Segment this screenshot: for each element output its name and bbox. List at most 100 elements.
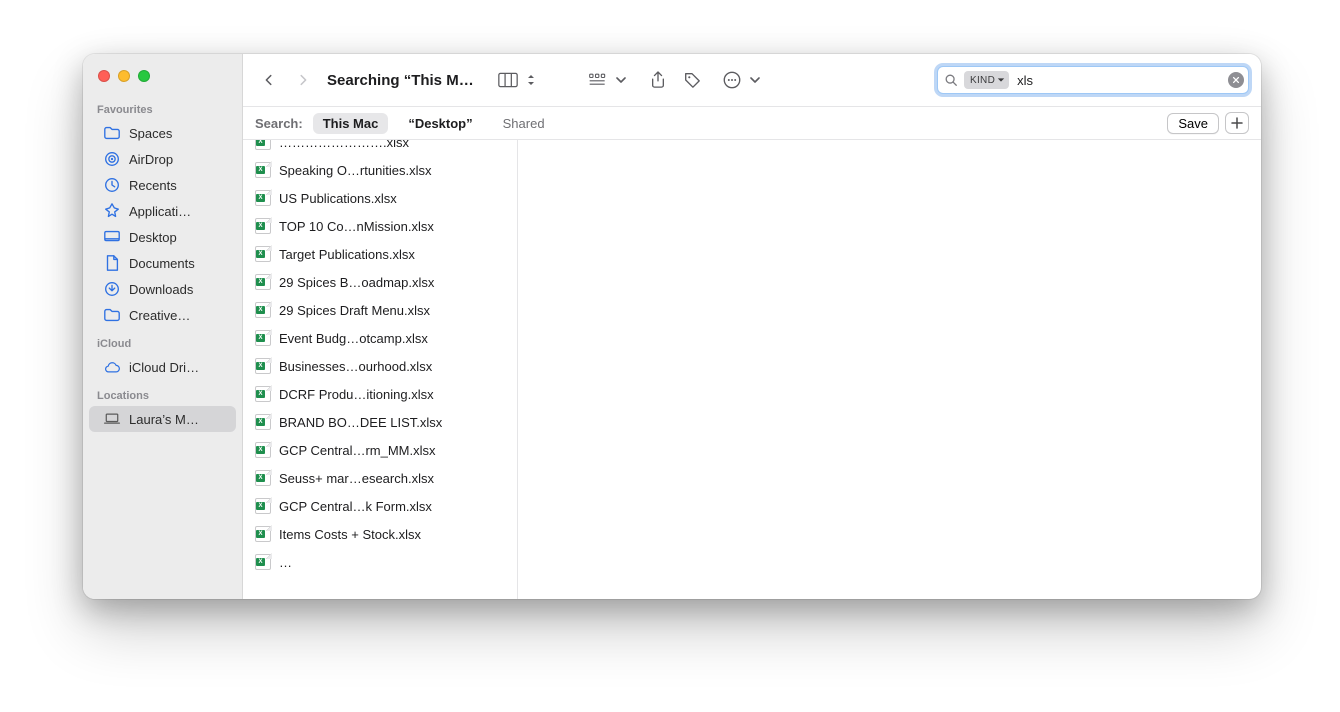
sidebar-item-fav-1[interactable]: AirDrop	[89, 146, 236, 172]
result-filename: Items Costs + Stock.xlsx	[279, 527, 505, 542]
result-row[interactable]: X …	[243, 548, 517, 576]
main-panel: Searching “This M…	[243, 54, 1261, 599]
excel-file-icon: X	[255, 442, 271, 458]
results-column[interactable]: X …………………….xlsx X Speaking O…rtunities.x…	[243, 140, 518, 599]
action-menu-chevron[interactable]	[748, 66, 762, 94]
sidebar-item-label: AirDrop	[129, 152, 228, 167]
result-row[interactable]: X 29 Spices B…oadmap.xlsx	[243, 268, 517, 296]
sidebar: Favourites Spaces AirDrop Recents Applicati…	[83, 54, 243, 599]
sidebar-section-favourites: Favourites	[83, 94, 242, 120]
sidebar-item-label: Desktop	[129, 230, 228, 245]
toolbar: Searching “This M…	[243, 54, 1261, 106]
view-options-stepper[interactable]	[524, 66, 538, 94]
result-filename: …	[279, 555, 505, 570]
result-filename: TOP 10 Co…nMission.xlsx	[279, 219, 505, 234]
result-filename: GCP Central…rm_MM.xlsx	[279, 443, 505, 458]
chevron-right-icon	[296, 73, 310, 87]
group-by-button[interactable]	[584, 66, 612, 94]
forward-button[interactable]	[289, 66, 317, 94]
result-row[interactable]: X Speaking O…rtunities.xlsx	[243, 156, 517, 184]
sidebar-item-label: Recents	[129, 178, 228, 193]
recents-icon	[103, 176, 121, 194]
result-filename: BRAND BO…DEE LIST.xlsx	[279, 415, 505, 430]
excel-file-icon: X	[255, 140, 271, 150]
sidebar-item-fav-6[interactable]: Downloads	[89, 276, 236, 302]
excel-file-icon: X	[255, 498, 271, 514]
add-criteria-button[interactable]	[1225, 112, 1249, 134]
sidebar-item-loc-0[interactable]: Laura’s M…	[89, 406, 236, 432]
share-icon	[650, 71, 666, 89]
sidebar-item-fav-4[interactable]: Desktop	[89, 224, 236, 250]
share-button[interactable]	[644, 66, 672, 94]
action-menu-button[interactable]	[718, 66, 746, 94]
up-down-stepper-icon	[527, 72, 535, 88]
result-filename: Target Publications.xlsx	[279, 247, 505, 262]
tags-button[interactable]	[678, 66, 706, 94]
result-row[interactable]: X Event Budg…otcamp.xlsx	[243, 324, 517, 352]
clear-search-button[interactable]	[1228, 72, 1244, 88]
folder-icon	[103, 306, 121, 324]
plus-icon	[1231, 117, 1243, 129]
excel-file-icon: X	[255, 302, 271, 318]
zoom-window-button[interactable]	[138, 70, 150, 82]
result-filename: Seuss+ mar…esearch.xlsx	[279, 471, 505, 486]
window-title: Searching “This M…	[327, 72, 474, 89]
result-row[interactable]: X 29 Spices Draft Menu.xlsx	[243, 296, 517, 324]
result-row[interactable]: X Businesses…ourhood.xlsx	[243, 352, 517, 380]
sidebar-item-icloud-0[interactable]: iCloud Dri…	[89, 354, 236, 380]
result-row[interactable]: X …………………….xlsx	[243, 140, 517, 156]
excel-file-icon: X	[255, 274, 271, 290]
search-token-label: KIND	[970, 75, 995, 86]
excel-file-icon: X	[255, 246, 271, 262]
chevron-down-icon	[750, 76, 760, 84]
x-icon	[1232, 76, 1240, 84]
sidebar-item-fav-7[interactable]: Creative…	[89, 302, 236, 328]
desktop-icon	[103, 228, 121, 246]
apps-icon	[103, 202, 121, 220]
result-row[interactable]: X BRAND BO…DEE LIST.xlsx	[243, 408, 517, 436]
document-icon	[103, 254, 121, 272]
scope-this-mac[interactable]: This Mac	[313, 113, 389, 134]
result-row[interactable]: X GCP Central…rm_MM.xlsx	[243, 436, 517, 464]
scope-label: Search:	[255, 116, 303, 131]
minimize-window-button[interactable]	[118, 70, 130, 82]
result-row[interactable]: X GCP Central…k Form.xlsx	[243, 492, 517, 520]
sidebar-item-fav-2[interactable]: Recents	[89, 172, 236, 198]
result-row[interactable]: X Seuss+ mar…esearch.xlsx	[243, 464, 517, 492]
sidebar-item-fav-0[interactable]: Spaces	[89, 120, 236, 146]
result-row[interactable]: X Target Publications.xlsx	[243, 240, 517, 268]
sidebar-item-fav-5[interactable]: Documents	[89, 250, 236, 276]
sidebar-item-label: Documents	[129, 256, 228, 271]
scope-shared[interactable]: Shared	[493, 113, 555, 134]
result-row[interactable]: X US Publications.xlsx	[243, 184, 517, 212]
window-controls	[83, 68, 242, 94]
close-window-button[interactable]	[98, 70, 110, 82]
search-field[interactable]: KIND	[937, 66, 1249, 94]
search-input[interactable]	[1015, 72, 1222, 89]
group-icon	[588, 72, 608, 88]
save-search-button[interactable]: Save	[1167, 113, 1219, 134]
result-row[interactable]: X Items Costs + Stock.xlsx	[243, 520, 517, 548]
result-row[interactable]: X DCRF Produ…itioning.xlsx	[243, 380, 517, 408]
search-token-kind[interactable]: KIND	[964, 71, 1009, 89]
chevron-down-icon	[616, 76, 626, 84]
sidebar-item-fav-3[interactable]: Applicati…	[89, 198, 236, 224]
view-columns-button[interactable]	[494, 66, 522, 94]
excel-file-icon: X	[255, 470, 271, 486]
excel-file-icon: X	[255, 526, 271, 542]
back-button[interactable]	[255, 66, 283, 94]
group-by-menu[interactable]	[614, 66, 628, 94]
sidebar-item-label: iCloud Dri…	[129, 360, 228, 375]
result-filename: Businesses…ourhood.xlsx	[279, 359, 505, 374]
scope-desktop[interactable]: “Desktop”	[398, 113, 482, 134]
result-filename: 29 Spices B…oadmap.xlsx	[279, 275, 505, 290]
sidebar-section-icloud: iCloud	[83, 328, 242, 354]
excel-file-icon: X	[255, 218, 271, 234]
result-filename: Event Budg…otcamp.xlsx	[279, 331, 505, 346]
result-filename: 29 Spices Draft Menu.xlsx	[279, 303, 505, 318]
download-icon	[103, 280, 121, 298]
laptop-icon	[103, 410, 121, 428]
chevron-down-icon	[997, 76, 1005, 84]
result-row[interactable]: X TOP 10 Co…nMission.xlsx	[243, 212, 517, 240]
ellipsis-circle-icon	[722, 70, 742, 90]
